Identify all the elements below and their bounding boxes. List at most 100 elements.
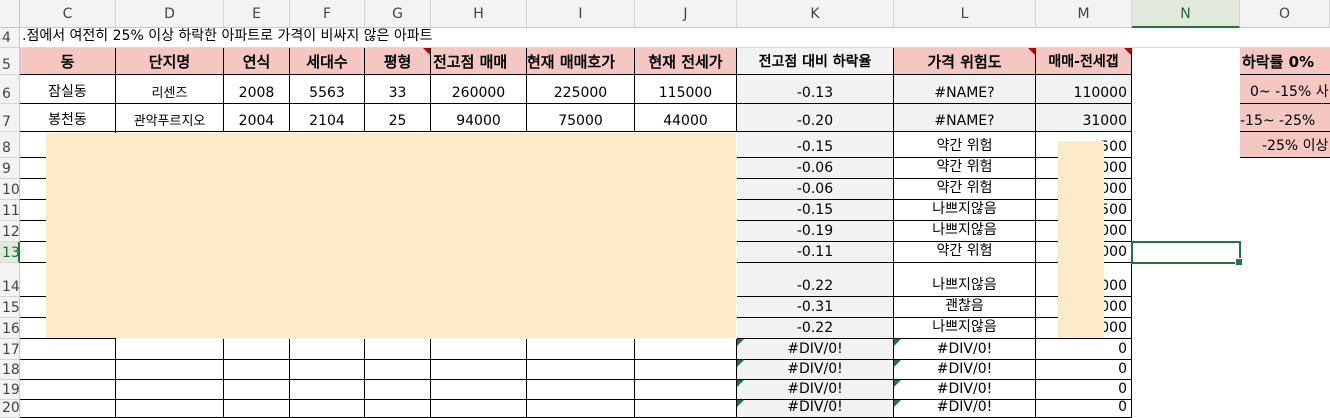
header-complex-name[interactable]: 단지명 [116,48,224,75]
cell-price-risk[interactable]: 나쁘지않음 [894,263,1036,297]
col-header-i[interactable]: I [527,0,635,28]
cell-price-risk-error[interactable]: #DIV/0! [894,400,1036,418]
col-header-g[interactable]: G [365,0,431,28]
grid-cell[interactable] [365,360,431,380]
grid-cell[interactable] [290,400,365,418]
col-header-n[interactable]: N [1132,0,1240,28]
grid-cell[interactable] [431,339,527,360]
grid-cell[interactable] [20,339,116,360]
cell-drop-rate[interactable]: -0.31 [737,297,894,318]
cell-drop-rate-error[interactable]: #DIV/0! [737,339,894,360]
cell-households[interactable]: 5563 [290,75,365,104]
cell-current-ask[interactable]: 225000 [527,75,635,104]
grid-cell[interactable] [116,339,224,360]
active-cell-n13[interactable] [1131,241,1243,266]
col-header-l[interactable]: L [894,0,1036,28]
grid-cell[interactable] [224,380,290,400]
grid-cell[interactable] [365,400,431,418]
grid-cell[interactable] [527,360,635,380]
cell-price-risk[interactable]: 약간 위험 [894,242,1036,263]
grid-cell[interactable] [527,400,635,418]
cell-drop-rate-error[interactable]: #DIV/0! [737,400,894,418]
row-header-8[interactable]: 8 [0,132,20,158]
row-header-13[interactable]: 13 [0,242,20,263]
cell-drop-rate[interactable]: -0.11 [737,242,894,263]
grid-cell[interactable] [527,339,635,360]
cell-price-risk-error[interactable]: #DIV/0! [894,339,1036,360]
fill-handle[interactable] [1235,258,1243,266]
row-header-4[interactable]: 4 [0,28,20,48]
cell-price-risk[interactable]: 괜찮음 [894,297,1036,318]
row-header-20[interactable]: 20 [0,400,20,418]
cell-gap[interactable]: 0 [1036,400,1132,418]
row-header-5[interactable]: 5 [0,48,20,75]
grid-cell[interactable] [20,400,116,418]
cell-drop-rate[interactable]: -0.06 [737,158,894,179]
header-peak-price[interactable]: 전고점 매매 [431,48,527,75]
grid-cell[interactable] [431,360,527,380]
cell-price-risk[interactable]: 나쁘지않음 [894,318,1036,339]
col-header-f[interactable]: F [290,0,365,28]
cell-complex-name[interactable]: 리센즈 [116,75,224,104]
cell-drop-rate[interactable]: -0.06 [737,179,894,200]
grid-cell[interactable] [635,400,737,418]
cell-gap[interactable]: 0 [1036,380,1132,400]
cell-current-ask[interactable]: 75000 [527,104,635,132]
grid-cell[interactable] [527,380,635,400]
legend-item[interactable]: 0~ -15% 사 [1240,75,1330,104]
cell-peak-price[interactable]: 94000 [431,104,527,132]
cell-price-risk[interactable]: 약간 위험 [894,179,1036,200]
grid-cell[interactable] [20,360,116,380]
row-header-12[interactable]: 12 [0,221,20,242]
cell-price-risk[interactable]: #NAME? [894,75,1036,104]
title-cell[interactable]: .점에서 여전히 25% 이상 하락한 아파트로 가격이 비싸지 않은 아파트 [20,28,1330,48]
grid-cell[interactable] [116,400,224,418]
cell-drop-rate[interactable]: -0.19 [737,221,894,242]
col-header-e[interactable]: E [224,0,290,28]
cell-drop-rate[interactable]: -0.15 [737,132,894,158]
row-header-19[interactable]: 19 [0,380,20,400]
row-header-18[interactable]: 18 [0,360,20,380]
grid-cell[interactable] [224,400,290,418]
grid-cell[interactable] [635,339,737,360]
row-header-17[interactable]: 17 [0,339,20,360]
cell-price-risk[interactable]: 나쁘지않음 [894,221,1036,242]
grid-cell[interactable] [431,380,527,400]
header-price-risk[interactable]: 가격 위험도 [894,48,1036,75]
header-current-ask[interactable]: 현재 매매호가 [527,48,635,75]
legend-item[interactable]: -15~ -25% [1240,104,1330,132]
cell-gap[interactable]: 31000 [1036,104,1132,132]
grid-cell[interactable] [290,380,365,400]
row-header-14[interactable]: 14 [0,263,20,297]
grid-cell[interactable] [635,380,737,400]
grid-cell[interactable] [635,360,737,380]
cell-drop-rate[interactable]: -0.20 [737,104,894,132]
cell-dong[interactable]: 잠실동 [20,75,116,104]
legend-item[interactable]: -25% 이상 [1240,132,1330,158]
cell-price-risk[interactable]: #NAME? [894,104,1036,132]
cell-drop-rate[interactable]: -0.22 [737,263,894,297]
cell-year[interactable]: 2004 [224,104,290,132]
grid-cell[interactable] [116,360,224,380]
cell-price-risk[interactable]: 나쁘지않음 [894,200,1036,221]
col-header-j[interactable]: J [635,0,737,28]
cell-current-jeonse[interactable]: 115000 [635,75,737,104]
col-header-o[interactable]: O [1240,0,1330,28]
grid-cell[interactable] [290,360,365,380]
cell-gap[interactable]: 0 [1036,360,1132,380]
row-header-16[interactable]: 16 [0,318,20,339]
grid-cell[interactable] [224,339,290,360]
grid-cell[interactable] [20,380,116,400]
cell-price-risk[interactable]: 약간 위험 [894,158,1036,179]
cell-price-risk-error[interactable]: #DIV/0! [894,360,1036,380]
cell-current-jeonse[interactable]: 44000 [635,104,737,132]
header-year[interactable]: 연식 [224,48,290,75]
header-pyeong[interactable]: 평형 [365,48,431,75]
cell-drop-rate[interactable]: -0.22 [737,318,894,339]
cell-price-risk-error[interactable]: #DIV/0! [894,380,1036,400]
cell-drop-rate[interactable]: -0.15 [737,200,894,221]
row-header-9[interactable]: 9 [0,158,20,179]
header-current-jeonse[interactable]: 현재 전세가 [635,48,737,75]
cell-gap[interactable]: 0 [1036,339,1132,360]
grid-cell[interactable] [365,380,431,400]
